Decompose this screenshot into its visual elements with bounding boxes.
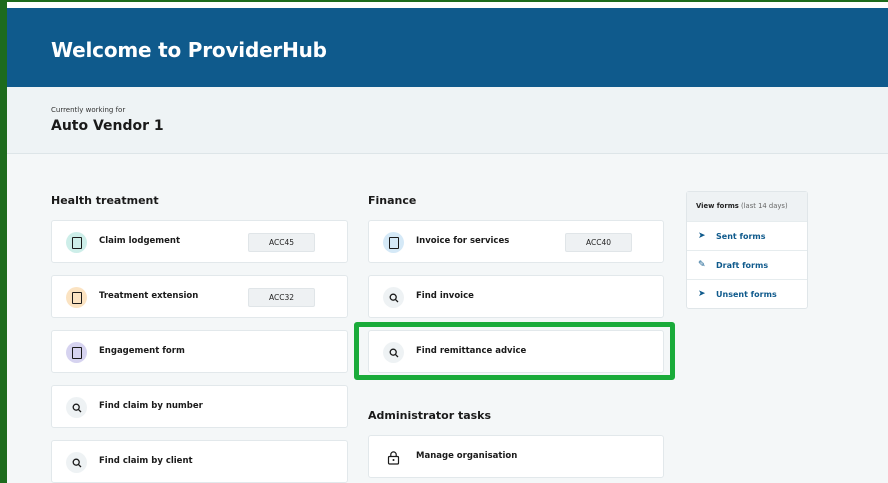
card-label: Treatment extension <box>99 291 199 301</box>
context-label: Currently working for <box>51 106 126 114</box>
invoice-for-services-card[interactable]: Invoice for services ACC40 <box>368 220 664 263</box>
find-claim-by-number-card[interactable]: Find claim by number <box>51 385 348 428</box>
card-label: Manage organisation <box>416 451 518 461</box>
card-label: Claim lodgement <box>99 236 181 246</box>
header-banner: Welcome to ProviderHub <box>7 8 888 87</box>
view-forms-note: (last 14 days) <box>741 202 788 210</box>
page-title: Welcome to ProviderHub <box>51 38 327 62</box>
search-icon <box>383 287 404 308</box>
send-icon: ➤ <box>698 231 706 241</box>
health-treatment-heading: Health treatment <box>51 194 159 207</box>
administrator-tasks-heading: Administrator tasks <box>368 409 492 422</box>
claim-lodgement-card[interactable]: Claim lodgement ACC45 <box>51 220 348 263</box>
view-forms-panel: View forms (last 14 days) ➤ Sent forms ✎… <box>686 191 808 309</box>
find-claim-by-client-card[interactable]: Find claim by client <box>51 440 348 483</box>
sent-forms-label: Sent forms <box>716 231 766 241</box>
main-content: Health treatment Claim lodgement ACC45 T… <box>7 154 888 483</box>
context-bar: Currently working for Auto Vendor 1 <box>7 87 888 154</box>
lock-icon <box>383 447 404 468</box>
sent-forms-link[interactable]: ➤ Sent forms <box>687 221 807 250</box>
engagement-form-card[interactable]: Engagement form <box>51 330 348 373</box>
finance-heading: Finance <box>368 194 417 207</box>
document-icon <box>383 232 404 253</box>
unsent-forms-label: Unsent forms <box>716 289 777 299</box>
manage-organisation-card[interactable]: Manage organisation <box>368 435 664 478</box>
draft-forms-link[interactable]: ✎ Draft forms <box>687 250 807 279</box>
form-code-badge: ACC45 <box>248 233 315 252</box>
draft-forms-label: Draft forms <box>716 260 769 270</box>
card-label: Find claim by client <box>99 456 193 466</box>
unsent-forms-link[interactable]: ➤ Unsent forms <box>687 279 807 308</box>
card-label: Find invoice <box>416 291 474 301</box>
edit-icon: ✎ <box>698 260 706 270</box>
document-icon <box>66 342 87 363</box>
treatment-extension-card[interactable]: Treatment extension ACC32 <box>51 275 348 318</box>
document-icon <box>66 287 87 308</box>
find-remittance-advice-card[interactable]: Find remittance advice <box>368 330 664 373</box>
view-forms-title: View forms <box>696 202 739 210</box>
find-invoice-card[interactable]: Find invoice <box>368 275 664 318</box>
card-label: Find remittance advice <box>416 346 527 356</box>
card-label: Invoice for services <box>416 236 510 246</box>
card-label: Find claim by number <box>99 401 203 411</box>
document-icon <box>66 232 87 253</box>
view-forms-header: View forms (last 14 days) <box>687 192 807 221</box>
send-icon: ➤ <box>698 289 706 299</box>
context-value: Auto Vendor 1 <box>51 118 164 134</box>
form-code-badge: ACC32 <box>248 288 315 307</box>
search-icon <box>66 397 87 418</box>
search-icon <box>383 342 404 363</box>
form-code-badge: ACC40 <box>565 233 632 252</box>
card-label: Engagement form <box>99 346 185 356</box>
search-icon <box>66 452 87 473</box>
